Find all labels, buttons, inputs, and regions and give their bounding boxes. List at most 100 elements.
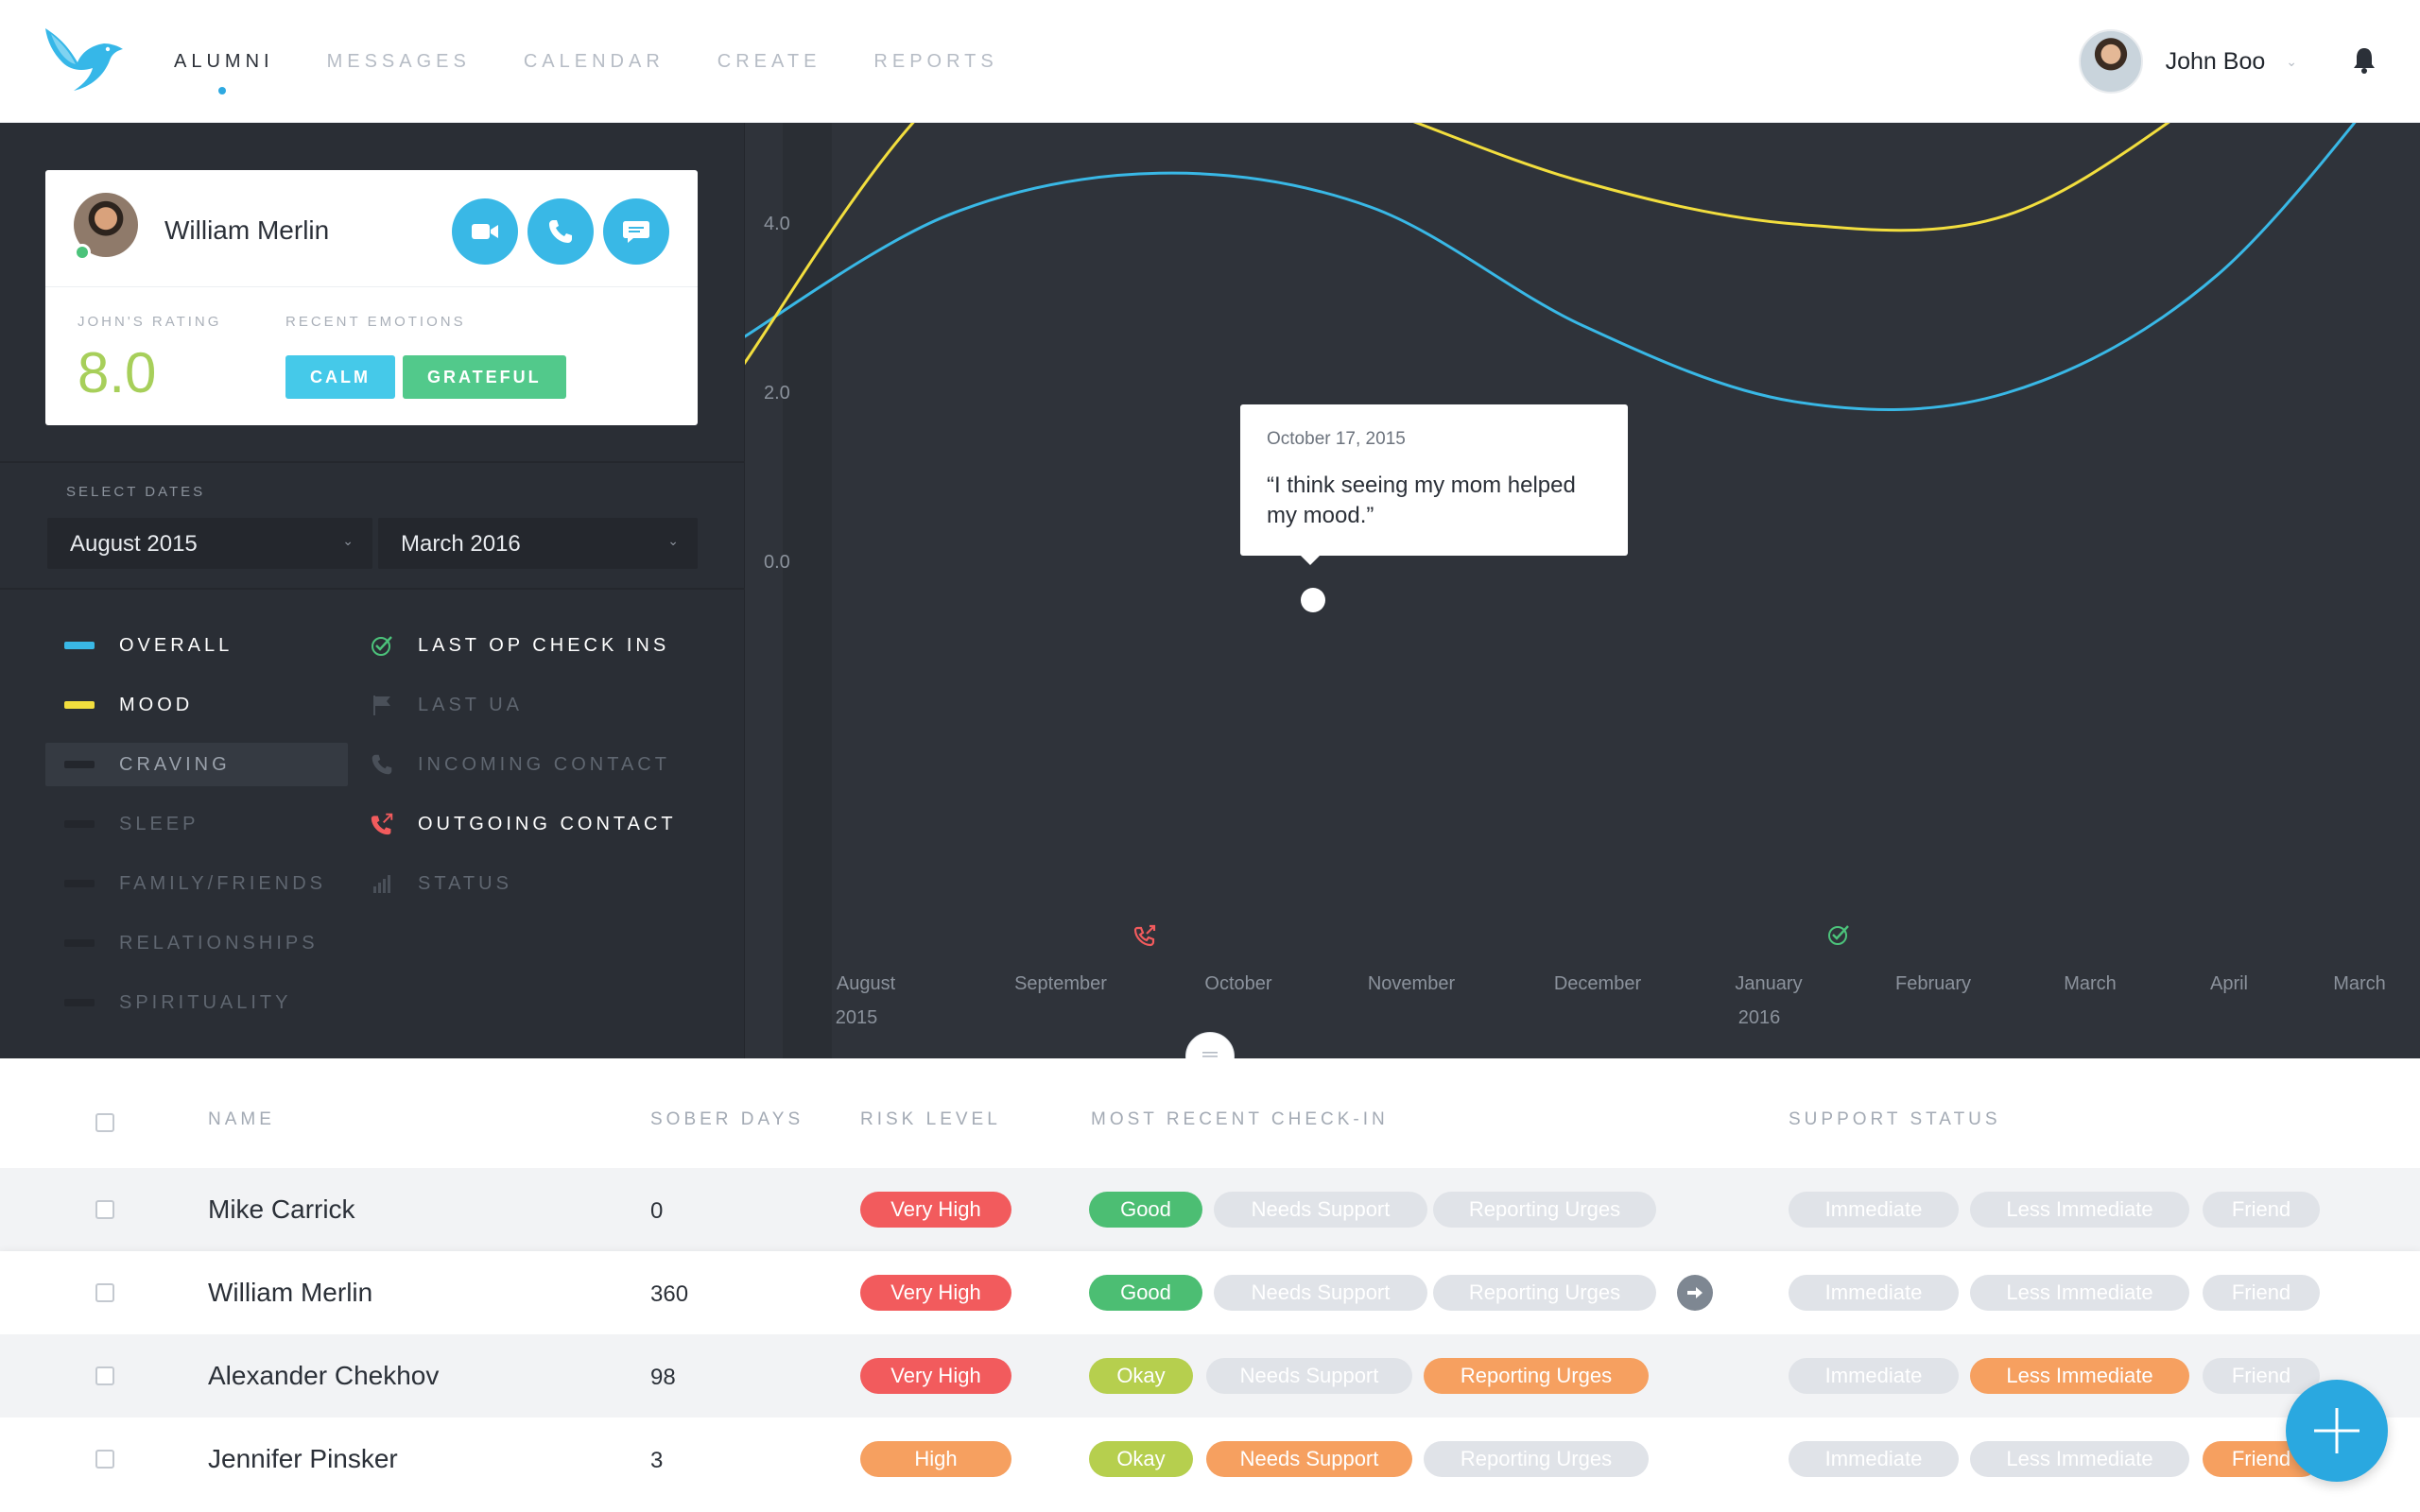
phone-call-button[interactable]	[527, 198, 594, 265]
relationships-swatch	[64, 939, 95, 947]
select-all-checkbox[interactable]	[95, 1113, 114, 1132]
risk-badge: Very High	[860, 1275, 1011, 1311]
sidebar-divider	[0, 588, 745, 590]
event-toggle-outgoing-contact[interactable]: OUTGOING CONTACT	[371, 802, 711, 846]
event-toggle-status[interactable]: STATUS	[371, 862, 711, 905]
nav-messages[interactable]: MESSAGES	[327, 51, 471, 73]
nav-calendar[interactable]: CALENDAR	[524, 51, 665, 73]
support-badge[interactable]: Less Immediate	[1970, 1441, 2189, 1477]
checkin-badge[interactable]: Needs Support	[1214, 1275, 1427, 1311]
message-button[interactable]	[603, 198, 669, 265]
support-badge[interactable]: Friend	[2203, 1275, 2320, 1311]
date-from-value: August 2015	[70, 531, 198, 557]
risk-badge: Very High	[860, 1192, 1011, 1228]
nav-reports[interactable]: REPORTS	[873, 51, 997, 73]
row-checkbox[interactable]	[95, 1200, 114, 1219]
column-header-name[interactable]: NAME	[208, 1109, 275, 1130]
hover-column	[783, 123, 832, 1058]
bird-logo-icon[interactable]	[42, 25, 125, 94]
top-navigation-bar: ALUMNI MESSAGES CALENDAR CREATE REPORTS …	[0, 0, 2420, 123]
support-badge[interactable]: Less Immediate	[1970, 1275, 2189, 1311]
selected-data-point	[1301, 588, 1325, 612]
mood-swatch	[64, 701, 95, 709]
support-badge[interactable]: Friend	[2203, 1358, 2320, 1394]
date-to-select[interactable]: March 2016 ⌄	[378, 518, 698, 569]
metric-toggle-overall[interactable]: OVERALL	[45, 624, 348, 667]
event-toggle-last-op-check-ins[interactable]: LAST OP CHECK INS	[371, 624, 711, 667]
row-sober-days: 3	[650, 1448, 664, 1473]
checkin-badge[interactable]: Okay	[1089, 1441, 1193, 1477]
video-call-button[interactable]	[452, 198, 518, 265]
table-row[interactable]: Mike Carrick 0 Very High Good Needs Supp…	[0, 1168, 2420, 1251]
table-row[interactable]: Jennifer Pinsker 3 High Okay Needs Suppo…	[0, 1418, 2420, 1501]
checkin-badge[interactable]: Good	[1089, 1192, 1202, 1228]
rating-value: 8.0	[78, 341, 157, 404]
open-detail-button[interactable]	[1677, 1275, 1713, 1311]
column-header-risk-level[interactable]: RISK LEVEL	[860, 1109, 1001, 1130]
nav-create[interactable]: CREATE	[717, 51, 821, 73]
row-checkbox[interactable]	[95, 1283, 114, 1302]
chevron-down-icon: ⌄	[667, 533, 679, 548]
add-button[interactable]	[2286, 1380, 2388, 1482]
sleep-swatch	[64, 820, 95, 828]
row-checkbox[interactable]	[95, 1366, 114, 1385]
online-status-dot	[74, 244, 91, 261]
event-label: LAST UA	[418, 694, 523, 715]
phone-icon	[371, 753, 393, 776]
checkin-badge[interactable]: Needs Support	[1206, 1358, 1412, 1394]
y-tick-label: 0.0	[764, 552, 790, 573]
checkin-badge[interactable]: Needs Support	[1206, 1441, 1412, 1477]
metric-toggle-sleep[interactable]: SLEEP	[45, 802, 348, 846]
column-header-support-status[interactable]: SUPPORT STATUS	[1789, 1109, 2001, 1130]
emotions-label: RECENT EMOTIONS	[285, 314, 466, 330]
support-badge[interactable]: Less Immediate	[1970, 1192, 2189, 1228]
nav-alumni[interactable]: ALUMNI	[174, 51, 274, 94]
checkin-badge[interactable]: Reporting Urges	[1433, 1275, 1656, 1311]
patient-name: William Merlin	[164, 215, 330, 245]
tooltip-text: “I think seeing my mom helped my mood.”	[1267, 472, 1576, 528]
sidebar: William Merlin JOHN'S RATING 8.0 RECENT …	[0, 123, 745, 1058]
x-tick-label: March	[2333, 973, 2386, 994]
row-sober-days: 0	[650, 1198, 664, 1224]
x-tick-label: November	[1368, 973, 1456, 994]
checkin-badge[interactable]: Reporting Urges	[1424, 1441, 1649, 1477]
metric-toggle-craving[interactable]: CRAVING	[45, 743, 348, 786]
phone-outgoing-icon	[371, 813, 393, 835]
event-label: INCOMING CONTACT	[418, 753, 670, 775]
row-name: Alexander Chekhov	[208, 1361, 440, 1390]
overall-series-line	[745, 123, 2357, 411]
chat-bubble-icon	[623, 221, 649, 243]
column-header-check-in[interactable]: MOST RECENT CHECK-IN	[1091, 1109, 1389, 1130]
date-from-select[interactable]: August 2015 ⌄	[47, 518, 372, 569]
check-circle-icon	[371, 634, 393, 657]
checkin-badge[interactable]: Reporting Urges	[1433, 1192, 1656, 1228]
metric-toggle-spirituality[interactable]: SPIRITUALITY	[45, 981, 348, 1024]
checkin-badge[interactable]: Good	[1089, 1275, 1202, 1311]
metric-toggle-family-friends[interactable]: FAMILY/FRIENDS	[45, 862, 348, 905]
support-badge[interactable]: Less Immediate	[1970, 1358, 2189, 1394]
table-row[interactable]: Alexander Chekhov 98 Very High Okay Need…	[0, 1334, 2420, 1418]
chevron-down-icon: ⌄	[342, 533, 354, 548]
x-tick-label: April	[2210, 973, 2248, 994]
support-badge[interactable]: Immediate	[1789, 1358, 1959, 1394]
overall-swatch	[64, 642, 95, 649]
event-label: LAST OP CHECK INS	[418, 634, 670, 656]
row-checkbox[interactable]	[95, 1450, 114, 1469]
metric-label: OVERALL	[119, 634, 233, 656]
table-row[interactable]: William Merlin 360 Very High Good Needs …	[0, 1251, 2420, 1334]
checkin-badge[interactable]: Needs Support	[1214, 1192, 1427, 1228]
trend-chart-svg: 10.08.06.04.02.00.0August2015SeptemberOc…	[745, 123, 2386, 1058]
support-badge[interactable]: Immediate	[1789, 1275, 1959, 1311]
metric-toggle-relationships[interactable]: RELATIONSHIPS	[45, 921, 348, 965]
column-header-sober-days[interactable]: SOBER DAYS	[650, 1109, 804, 1130]
event-toggle-last-ua[interactable]: LAST UA	[371, 683, 711, 727]
user-menu[interactable]: John Boo ⌄	[2078, 28, 2297, 94]
bell-icon[interactable]	[2350, 45, 2378, 76]
event-toggle-incoming-contact[interactable]: INCOMING CONTACT	[371, 743, 711, 786]
metric-toggle-mood[interactable]: MOOD	[45, 683, 348, 727]
checkin-badge[interactable]: Okay	[1089, 1358, 1193, 1394]
support-badge[interactable]: Immediate	[1789, 1441, 1959, 1477]
checkin-badge[interactable]: Reporting Urges	[1424, 1358, 1649, 1394]
support-badge[interactable]: Friend	[2203, 1192, 2320, 1228]
support-badge[interactable]: Immediate	[1789, 1192, 1959, 1228]
